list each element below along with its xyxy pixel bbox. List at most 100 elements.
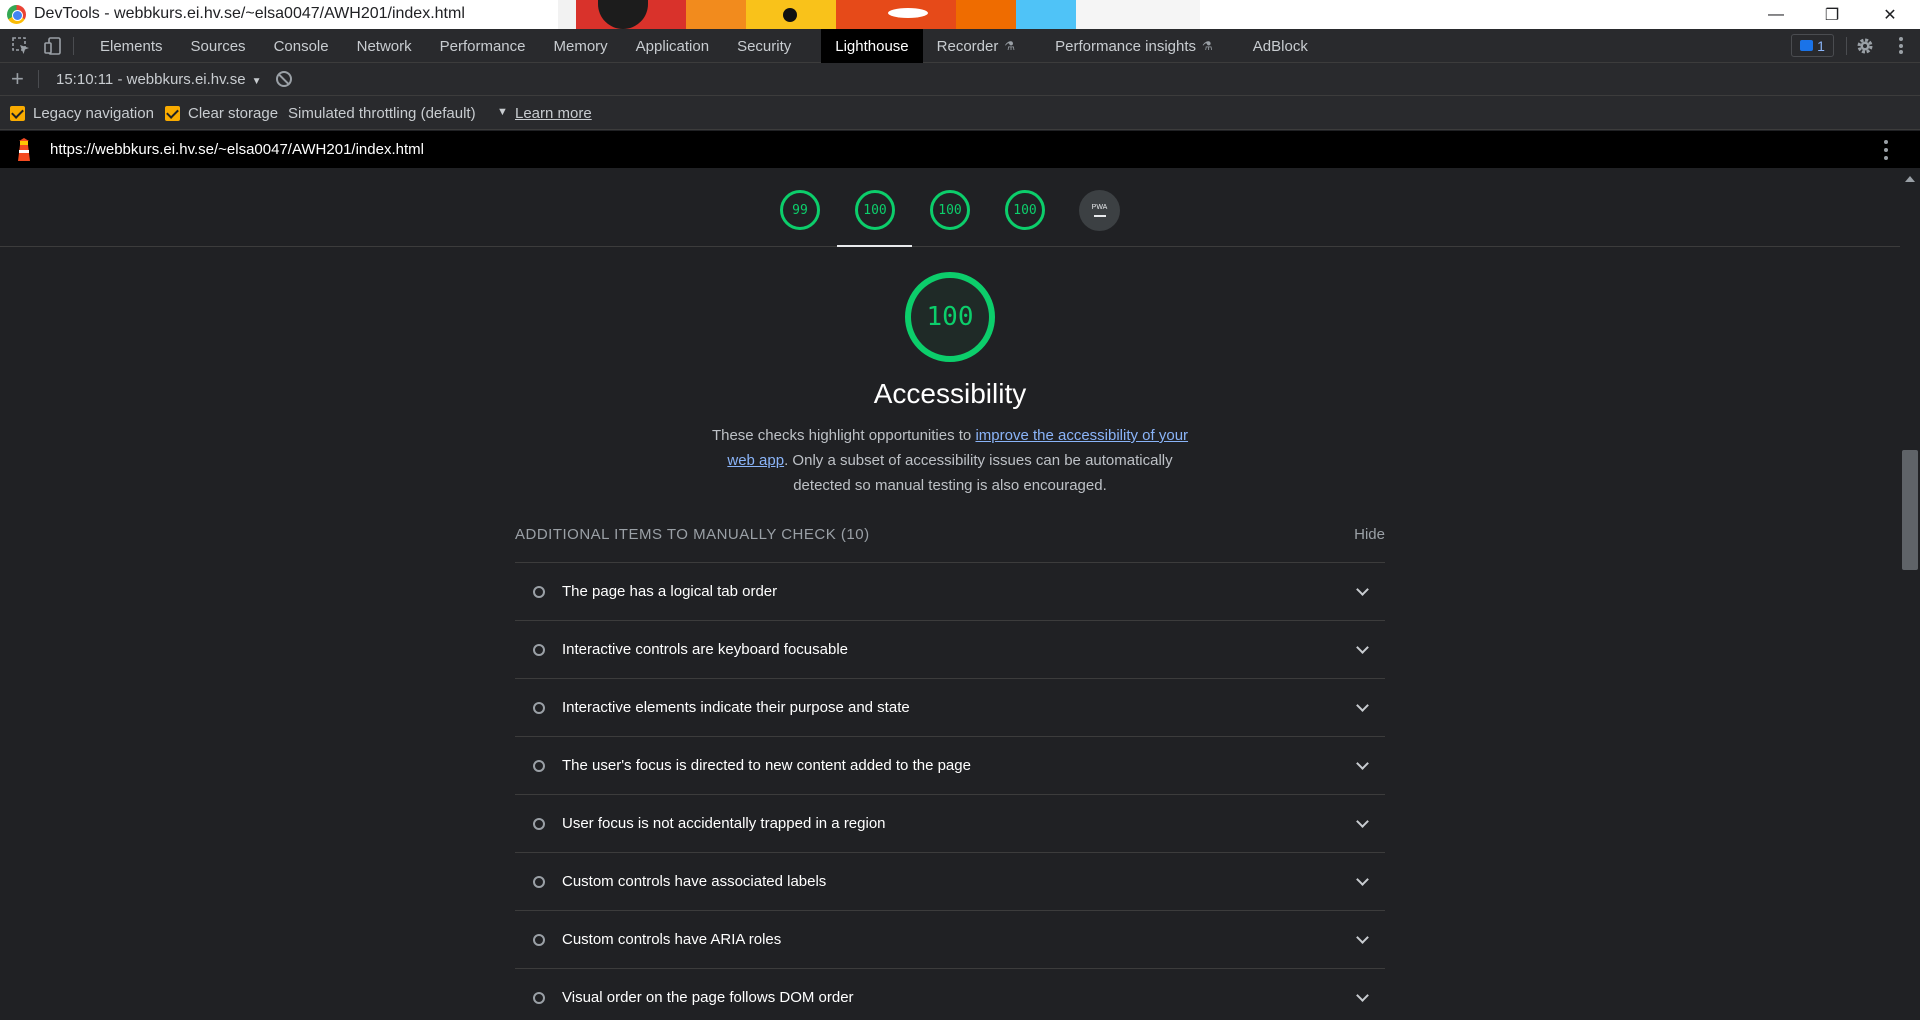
accessibility-score-gauge: 100 (905, 272, 995, 362)
manual-audit-icon (533, 818, 545, 830)
legacy-navigation-checkbox[interactable]: Legacy navigation (10, 105, 154, 122)
lighthouse-settings-bar: Legacy navigation Clear storage Simulate… (0, 96, 1920, 130)
audit-item[interactable]: The user's focus is directed to new cont… (515, 736, 1385, 794)
audit-title: The user's focus is directed to new cont… (562, 757, 971, 774)
page-thumbnail-strip (558, 0, 1200, 29)
tab-lighthouse[interactable]: Lighthouse (821, 29, 923, 63)
audit-item[interactable]: Interactive controls are keyboard focusa… (515, 620, 1385, 678)
clear-storage-checkbox[interactable]: Clear storage (165, 105, 278, 122)
experimental-flask-icon: ⚗ (1004, 39, 1016, 53)
manual-checks-title: ADDITIONAL ITEMS TO MANUALLY CHECK (10) (515, 526, 870, 543)
tab-console[interactable]: Console (260, 29, 343, 63)
audit-title: Interactive elements indicate their purp… (562, 699, 910, 716)
tab-performance[interactable]: Performance (426, 29, 540, 63)
gauge-seo[interactable]: 100 (1005, 190, 1045, 230)
audit-title: Interactive controls are keyboard focusa… (562, 641, 848, 658)
chevron-down-icon (1356, 931, 1369, 944)
chevron-down-icon (1356, 699, 1369, 712)
report-url: https://webbkurs.ei.hv.se/~elsa0047/AWH2… (50, 141, 424, 158)
restore-button[interactable]: ❐ (1804, 0, 1860, 29)
category-gauge-strip: 99 100 100 100 PWA (0, 168, 1900, 247)
category-title: Accessibility (873, 378, 1027, 409)
pwa-label: PWA (1091, 204, 1108, 211)
tab-sources[interactable]: Sources (177, 29, 260, 63)
audit-title: Visual order on the page follows DOM ord… (562, 989, 854, 1006)
window-title: DevTools - webbkurs.ei.hv.se/~elsa0047/A… (34, 5, 465, 22)
description-text: These checks highlight opportunities to (711, 427, 976, 444)
manual-audit-icon (533, 992, 545, 1004)
scrollbar-thumb[interactable] (1902, 450, 1918, 570)
report-menu-icon[interactable] (1884, 140, 1888, 160)
toolbar-divider (73, 37, 74, 55)
tab-recorder[interactable]: Recorder ⚗ (923, 29, 1029, 63)
report-selector[interactable]: 15:10:11 - webbkurs.ei.hv.se ▼ (56, 71, 261, 88)
tab-memory[interactable]: Memory (540, 29, 622, 63)
inspect-element-icon[interactable] (11, 36, 31, 56)
manual-audit-icon (533, 760, 545, 772)
manual-audit-icon (533, 702, 545, 714)
report-selector-value: 15:10:11 - webbkurs.ei.hv.se (56, 71, 246, 88)
learn-more-link[interactable]: Learn more (515, 105, 592, 122)
tab-security[interactable]: Security (723, 29, 805, 63)
vertical-scrollbar[interactable] (1900, 168, 1920, 1020)
audit-item[interactable]: Visual order on the page follows DOM ord… (515, 968, 1385, 1020)
category-description: These checks highlight opportunities to … (700, 423, 1200, 498)
report-url-bar: https://webbkurs.ei.hv.se/~elsa0047/AWH2… (0, 131, 1920, 168)
chrome-icon (7, 5, 26, 24)
audit-item[interactable]: Custom controls have ARIA roles (515, 910, 1385, 968)
close-window-button[interactable]: ✕ (1862, 0, 1918, 29)
legacy-navigation-label: Legacy navigation (33, 105, 154, 122)
report-content: 100 Accessibility These checks highlight… (0, 248, 1900, 1020)
clear-storage-label: Clear storage (188, 105, 279, 122)
checkbox-checked-icon (10, 106, 25, 121)
audit-item[interactable]: The page has a logical tab order (515, 562, 1385, 620)
window-title-bar: DevTools - webbkurs.ei.hv.se/~elsa0047/A… (0, 0, 1920, 29)
settings-gear-icon[interactable] (1855, 36, 1875, 56)
tab-elements[interactable]: Elements (86, 29, 177, 63)
device-toolbar-icon[interactable] (43, 36, 63, 56)
chevron-down-icon (1356, 583, 1369, 596)
chevron-down-icon: ▼ (251, 76, 262, 87)
devtools-toolbar: Elements Sources Console Network Perform… (0, 29, 1920, 63)
chevron-down-icon (1356, 815, 1369, 828)
gauge-accessibility[interactable]: 100 (855, 190, 895, 230)
chevron-down-icon (1356, 641, 1369, 654)
issues-counter-button[interactable]: 1 (1791, 34, 1834, 57)
chevron-down-icon (1356, 989, 1369, 1002)
experimental-flask-icon: ⚗ (1202, 39, 1213, 53)
tab-adblock[interactable]: AdBlock (1239, 29, 1322, 63)
tab-performance-insights-label: Performance insights (1055, 37, 1197, 55)
audit-title: Custom controls have associated labels (562, 873, 827, 890)
gauge-pwa[interactable]: PWA (1079, 190, 1120, 231)
audit-item[interactable]: Custom controls have associated labels (515, 852, 1385, 910)
toolbar-divider (1846, 37, 1847, 55)
chevron-down-icon (1356, 757, 1369, 770)
minimize-button[interactable]: — (1748, 0, 1804, 29)
audit-item[interactable]: User focus is not accidentally trapped i… (515, 794, 1385, 852)
gauge-performance[interactable]: 99 (780, 190, 820, 230)
manual-audit-icon (533, 586, 545, 598)
new-report-button[interactable]: + (11, 67, 24, 91)
clear-reports-icon[interactable] (276, 71, 292, 87)
issues-icon (1800, 40, 1814, 51)
tab-application[interactable]: Application (622, 29, 723, 63)
manual-audit-icon (533, 644, 545, 656)
scroll-up-arrow-icon[interactable] (1905, 176, 1915, 182)
tab-performance-insights[interactable]: Performance insights ⚗ (1041, 29, 1227, 63)
throttling-label: Simulated throttling (default) (288, 105, 476, 122)
customize-menu-icon[interactable] (1899, 37, 1903, 54)
active-gauge-indicator (837, 245, 912, 247)
audit-item[interactable]: Interactive elements indicate their purp… (515, 678, 1385, 736)
gauge-best-practices[interactable]: 100 (930, 190, 970, 230)
manual-audit-icon (533, 934, 545, 946)
description-text: . Only a subset of accessibility issues … (784, 452, 1173, 494)
chevron-down-icon (1356, 873, 1369, 886)
audit-title: User focus is not accidentally trapped i… (562, 815, 886, 832)
checkbox-checked-icon (165, 106, 180, 121)
pwa-dash-icon (1093, 215, 1106, 217)
manual-audit-icon (533, 876, 545, 888)
hide-manual-checks-button[interactable]: Hide (1354, 526, 1385, 543)
tab-network[interactable]: Network (343, 29, 426, 63)
toolbar-divider (38, 70, 39, 88)
throttling-dropdown-icon[interactable]: ▼ (497, 106, 508, 118)
